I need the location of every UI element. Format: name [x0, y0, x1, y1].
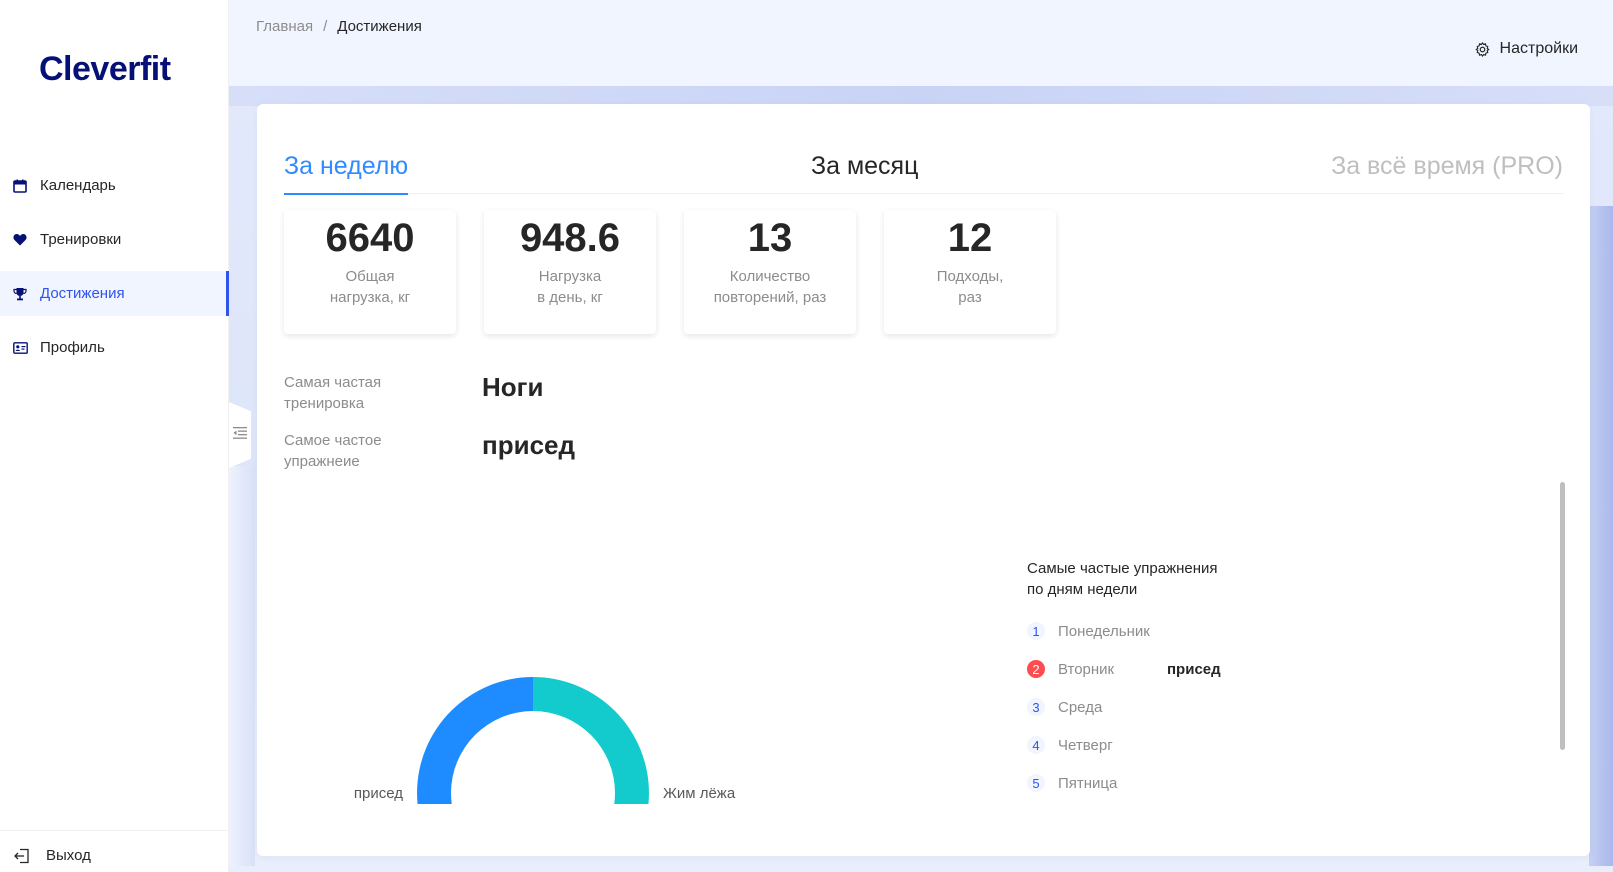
weekday-number-badge: 1 [1027, 622, 1045, 640]
logout-label: Выход [46, 847, 91, 864]
trophy-icon [12, 286, 28, 302]
idcard-icon [12, 340, 28, 356]
sidebar-nav: Календарь Тренировки Достижения Профиль [0, 163, 229, 379]
logout-icon [14, 847, 32, 865]
donut-slice[interactable] [533, 677, 649, 804]
exercise-donut-chart: присед Жим лёжа [327, 544, 787, 804]
logout-button[interactable]: Выход [0, 830, 229, 872]
donut-slice-label: Жим лёжа [663, 785, 736, 802]
weekday-number-badge: 4 [1027, 736, 1045, 754]
sidebar-item-trainings[interactable]: Тренировки [0, 217, 229, 262]
tab-month[interactable]: За месяц [811, 152, 918, 193]
breadcrumb-current: Достижения [337, 18, 422, 35]
weekday-item: 2 Вторник присед [1027, 650, 1347, 688]
weekday-exercises-title: Самые частые упражнения по дням недели [1027, 560, 1218, 598]
frequent-training-row: Самая частая тренировка Ноги [284, 372, 884, 416]
weekday-name: Среда [1058, 698, 1103, 716]
weekday-item: 4 Четверг [1027, 726, 1347, 764]
menu-fold-icon [233, 426, 247, 444]
settings-label: Настройки [1499, 40, 1578, 57]
sidebar-item-label: Календарь [40, 177, 116, 194]
frequent-exercise-label: Самое частое упражнеие [284, 432, 382, 470]
period-tabs: За неделю За месяц За всё время (PRO) [284, 144, 1563, 195]
weekday-number-badge: 2 [1027, 660, 1045, 678]
weekday-exercises: Самые частые упражнения по дням недели 1… [1027, 558, 1347, 802]
stat-card-daily-load: 948.6 Нагрузка в день, кг [484, 210, 656, 334]
stat-value: 12 [947, 216, 993, 260]
sidebar-item-calendar[interactable]: Календарь [0, 163, 229, 208]
logo[interactable]: Cleverfit [39, 50, 171, 89]
sidebar-item-label: Профиль [40, 339, 105, 356]
content-scrollbar[interactable] [1560, 482, 1565, 750]
sidebar: Cleverfit Календарь Тренировки Достижени… [0, 0, 229, 872]
breadcrumb-separator: / [323, 18, 328, 35]
tab-all-time[interactable]: За всё время (PRO) [1331, 152, 1563, 193]
stat-card-total-load: 6640 Общая нагрузка, кг [284, 210, 456, 334]
sidebar-item-label: Тренировки [40, 231, 122, 248]
weekday-item: 3 Среда [1027, 688, 1347, 726]
stat-value: 948.6 [519, 216, 621, 260]
donut-slice-label: присед [354, 785, 403, 802]
stat-card-sets: 12 Подходы, раз [884, 210, 1056, 334]
weekday-name: Понедельник [1058, 622, 1150, 640]
weekday-name: Четверг [1058, 736, 1113, 754]
weekday-number-badge: 5 [1027, 774, 1045, 792]
settings-button[interactable]: Настройки [1474, 40, 1578, 58]
frequent-exercise-row: Самое частое упражнеие присед [284, 430, 884, 474]
stat-label: Общая нагрузка, кг [329, 268, 411, 306]
sidebar-item-achievements[interactable]: Достижения [0, 271, 229, 316]
stat-card-repetitions: 13 Количество повторений, раз [684, 210, 856, 334]
frequent-training-label: Самая частая тренировка [284, 374, 382, 412]
gear-icon [1474, 41, 1490, 57]
weekday-number-badge: 3 [1027, 698, 1045, 716]
achievements-card: За неделю За месяц За всё время (PRO) 66… [257, 104, 1590, 856]
frequent-training-value: Ноги [482, 372, 544, 402]
stat-label: Нагрузка в день, кг [537, 268, 603, 306]
frequent-exercise-value: присед [482, 430, 575, 460]
tab-week[interactable]: За неделю [284, 152, 409, 195]
sidebar-item-profile[interactable]: Профиль [0, 325, 229, 370]
breadcrumb-home[interactable]: Главная [256, 18, 313, 35]
donut-slice[interactable] [417, 677, 533, 804]
weekday-exercise: присед [1167, 660, 1221, 678]
calendar-icon [12, 178, 28, 194]
heart-icon [12, 232, 28, 248]
stat-label: Количество повторений, раз [713, 268, 827, 306]
stat-value: 6640 [325, 216, 415, 260]
sidebar-item-label: Достижения [40, 285, 125, 302]
breadcrumb: Главная / Достижения [256, 18, 422, 35]
weekday-name: Пятница [1058, 774, 1118, 792]
weekday-list: 1 Понедельник 2 Вторник присед 3 Среда 4… [1027, 612, 1347, 802]
stat-value: 13 [747, 216, 793, 260]
weekday-item: 5 Пятница [1027, 764, 1347, 802]
weekday-item: 1 Понедельник [1027, 612, 1347, 650]
stat-label: Подходы, раз [936, 268, 1004, 306]
sidebar-collapse-toggle[interactable] [229, 402, 251, 468]
header: Главная / Достижения Настройки [229, 0, 1613, 86]
weekday-name: Вторник [1058, 660, 1115, 678]
